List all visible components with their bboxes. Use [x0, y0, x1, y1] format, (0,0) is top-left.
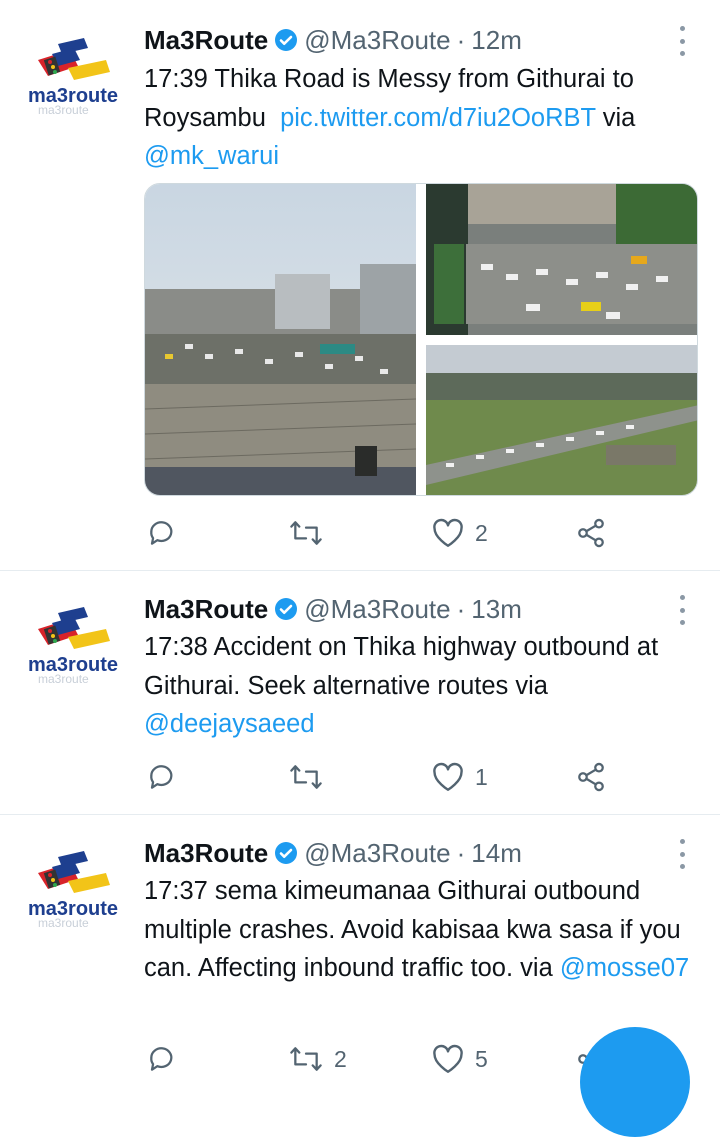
svg-text:ma3route: ma3route [38, 103, 89, 116]
reply-icon [150, 521, 173, 545]
like-button[interactable]: 2 [431, 513, 488, 553]
tweet-text: 17:37 sema kimeumanaa Githurai outbound … [144, 877, 690, 982]
separator: · [456, 593, 466, 624]
timestamp[interactable]: 12m [471, 25, 522, 56]
author-name[interactable]: Ma3Route [144, 838, 268, 869]
verified-badge-icon [275, 598, 298, 620]
share-button[interactable] [575, 757, 607, 797]
like-count: 1 [475, 763, 488, 790]
svg-text:ma3route: ma3route [38, 916, 89, 929]
tweet-media-grid[interactable] [144, 183, 698, 496]
like-count: 2 [475, 519, 488, 546]
tweet-text: 17:38 Accident on Thika highway outbound… [144, 633, 666, 738]
retweet-icon [290, 1047, 322, 1071]
tweet-actions: 2 [0, 513, 720, 553]
author-name[interactable]: Ma3Route [144, 594, 268, 625]
tweet-text: 17:39 Thika Road is Messy from Githurai … [144, 65, 643, 170]
retweet-icon [290, 521, 322, 545]
retweet-button[interactable]: 2 [288, 1039, 347, 1079]
reply-button[interactable] [146, 757, 188, 797]
tweet-1[interactable]: ma3route ma3route Ma3Route @Ma3Route · 1… [0, 0, 720, 570]
more-vertical-icon[interactable] [670, 839, 694, 869]
mention-link[interactable]: @mosse07 [560, 954, 689, 982]
tweet-2[interactable]: ma3route ma3route Ma3Route @Ma3Route · 1… [0, 571, 720, 814]
reply-icon [150, 765, 173, 789]
heart-icon [433, 762, 463, 791]
retweet-icon [290, 765, 322, 789]
tweet-3[interactable]: ma3route ma3route Ma3Route @Ma3Route · 1… [0, 815, 720, 1074]
author-handle[interactable]: @Ma3Route [304, 25, 450, 56]
photo-3[interactable] [426, 345, 697, 495]
separator: · [456, 24, 466, 55]
svg-text:ma3route: ma3route [38, 672, 89, 685]
author-handle[interactable]: @Ma3Route [304, 594, 450, 625]
like-count: 5 [475, 1045, 488, 1072]
retweet-count: 2 [334, 1045, 347, 1072]
pic-link[interactable]: pic.twitter.com/d7iu2OoRBT [280, 104, 596, 132]
reply-button[interactable] [146, 513, 188, 553]
timestamp[interactable]: 13m [471, 594, 522, 625]
share-button[interactable] [575, 513, 607, 553]
verified-badge-icon [275, 842, 298, 864]
ma3route-avatar-logo[interactable]: ma3route ma3route [22, 851, 126, 929]
mention-link[interactable]: @deejaysaeed [144, 710, 315, 738]
photo-1[interactable] [145, 184, 416, 495]
retweet-button[interactable] [288, 513, 334, 553]
photo-2[interactable] [426, 184, 697, 335]
retweet-button[interactable] [288, 757, 334, 797]
verified-badge-icon [275, 29, 298, 51]
tweet-actions: 1 [0, 757, 720, 797]
mention-link[interactable]: @mk_warui [144, 142, 279, 170]
share-icon [578, 518, 604, 548]
ma3route-avatar-logo[interactable]: ma3route ma3route [22, 607, 126, 685]
like-button[interactable]: 1 [431, 757, 488, 797]
share-icon [578, 762, 604, 792]
heart-icon [433, 518, 463, 547]
like-button[interactable]: 5 [431, 1039, 488, 1079]
compose-fab[interactable] [580, 1027, 690, 1137]
ma3route-avatar-logo[interactable]: ma3route ma3route [22, 38, 126, 116]
separator: · [456, 837, 466, 868]
author-handle[interactable]: @Ma3Route [304, 838, 450, 869]
reply-button[interactable] [146, 1039, 188, 1079]
more-vertical-icon[interactable] [670, 26, 694, 56]
author-name[interactable]: Ma3Route [144, 25, 268, 56]
reply-icon [150, 1047, 173, 1071]
timestamp[interactable]: 14m [471, 838, 522, 869]
heart-icon [433, 1044, 463, 1073]
more-vertical-icon[interactable] [670, 595, 694, 625]
